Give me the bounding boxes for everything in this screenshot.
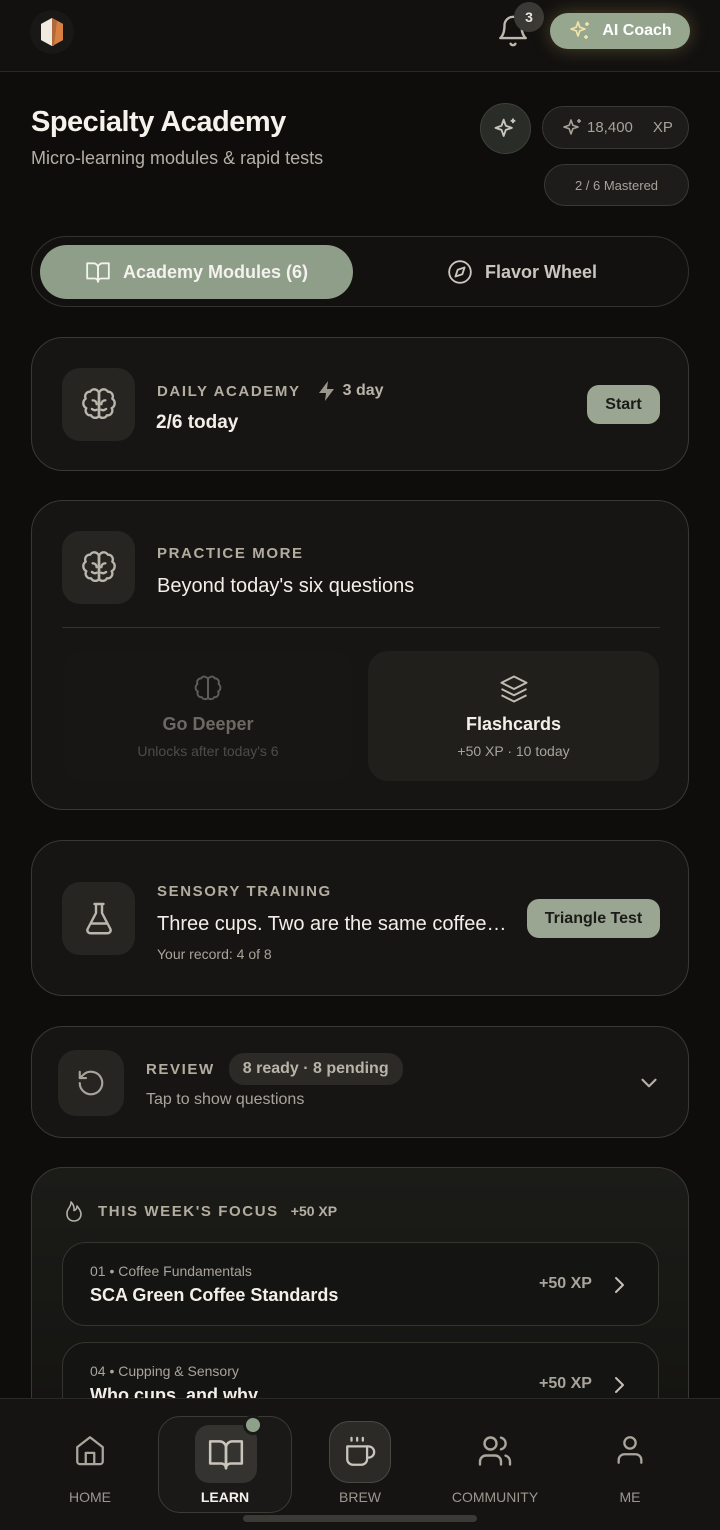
flame-icon <box>66 1201 82 1222</box>
brain-icon <box>81 550 116 582</box>
flashcards-title: Flashcards <box>465 713 562 734</box>
sensory-title: Three cups. Two are the same coffee. Fin… <box>157 913 507 935</box>
home-indicator <box>243 1515 477 1522</box>
page-title: Specialty Academy <box>31 106 286 138</box>
nav-me[interactable]: ME <box>570 1399 690 1530</box>
daily-academy-card[interactable]: DAILY ACADEMY 3 day 2/6 today Start <box>31 337 689 471</box>
focus-item-meta: 01 • Coffee Fundamentals <box>90 1263 252 1279</box>
focus-item-xp: +50 XP <box>539 1275 592 1292</box>
nav-learn[interactable]: LEARN <box>158 1415 292 1513</box>
layers-icon <box>500 675 527 702</box>
lightning-icon <box>318 381 334 401</box>
focus-bonus: +50 XP <box>290 1203 338 1219</box>
daily-kicker: DAILY ACADEMY <box>157 382 301 400</box>
practice-more-card: PRACTICE MORE Beyond today's six questio… <box>31 500 689 810</box>
nav-label: BREW <box>339 1489 381 1505</box>
tab-flavor-wheel[interactable]: Flavor Wheel <box>362 245 682 299</box>
users-icon <box>478 1436 512 1466</box>
tab-label: Academy Modules (6) <box>122 261 309 282</box>
daily-header-row: DAILY ACADEMY 3 day <box>157 378 384 404</box>
xp-total-pill: 18,400 XP <box>542 106 689 149</box>
user-icon <box>617 1436 643 1464</box>
sensory-record: Your record: 4 of 8 <box>157 946 272 962</box>
chevron-right-icon <box>615 1277 624 1293</box>
triangle-test-button[interactable]: Triangle Test <box>527 899 660 938</box>
sparkles-icon <box>563 118 581 135</box>
nav-brew[interactable]: BREW <box>300 1399 420 1530</box>
streak-indicator: 3 day <box>315 378 384 404</box>
sensory-kicker: SENSORY TRAINING <box>157 883 332 900</box>
compass-icon <box>448 260 472 284</box>
start-daily-button[interactable]: Start <box>587 385 660 424</box>
sparkles-icon <box>494 118 515 137</box>
nav-learn-dot <box>243 1415 263 1435</box>
tab-label: Flavor Wheel <box>484 261 598 282</box>
xp-unit: XP <box>652 119 673 136</box>
flashcards-subtitle: +50 XP · 10 today <box>457 742 570 759</box>
tab-academy-modules[interactable]: Academy Modules (6) <box>40 245 353 299</box>
go-deeper-title: Go Deeper <box>162 713 254 734</box>
go-deeper-subtitle: Unlocks after today's 6 <box>137 742 279 759</box>
daily-icon-tile <box>62 368 135 441</box>
review-icon-tile <box>58 1050 124 1116</box>
app-logo[interactable] <box>30 10 74 54</box>
streak-label: 3 day <box>342 382 384 399</box>
ai-coach-label: AI Coach <box>602 22 672 39</box>
nav-community[interactable]: COMMUNITY <box>435 1399 555 1530</box>
focus-header-row: THIS WEEK'S FOCUS +50 XP <box>62 1198 337 1224</box>
focus-item[interactable]: 01 • Coffee Fundamentals SCA Green Coffe… <box>62 1242 659 1326</box>
nav-label: ME <box>619 1489 641 1505</box>
daily-progress: 2/6 today <box>156 412 239 433</box>
focus-kicker: THIS WEEK'S FOCUS <box>98 1202 279 1220</box>
review-kicker: REVIEW <box>146 1060 215 1078</box>
review-count-badge: 8 ready · 8 pending <box>228 1053 403 1085</box>
focus-item-title: SCA Green Coffee Standards <box>90 1285 339 1305</box>
sensory-training-card[interactable]: SENSORY TRAINING Three cups. Two are the… <box>31 840 689 996</box>
flask-icon <box>85 902 112 934</box>
flashcards-tile[interactable]: Flashcards +50 XP · 10 today <box>368 651 659 781</box>
nav-label: LEARN <box>200 1489 250 1505</box>
section-tabs: Academy Modules (6) Flavor Wheel <box>31 236 689 307</box>
nav-label: HOME <box>69 1489 111 1505</box>
practice-icon-tile <box>62 531 135 604</box>
top-app-bar: 3 AI Coach <box>0 0 720 72</box>
mastered-progress-pill: 2 / 6 Mastered <box>544 164 689 206</box>
review-hint: Tap to show questions <box>146 1091 305 1108</box>
focus-item-meta: 04 • Cupping & Sensory <box>90 1363 239 1379</box>
coffee-cup-icon <box>346 1436 376 1466</box>
book-open-icon <box>86 262 110 283</box>
hexagon-logo-icon <box>41 18 63 46</box>
xp-value: 18,400 <box>587 119 633 136</box>
chevron-right-icon <box>615 1377 624 1393</box>
nav-label: COMMUNITY <box>451 1489 539 1505</box>
brain-icon <box>81 387 116 419</box>
practice-kicker: PRACTICE MORE <box>157 545 304 562</box>
page-subtitle: Micro-learning modules & rapid tests <box>31 148 324 168</box>
practice-divider <box>62 627 660 628</box>
sensory-icon-tile <box>62 882 135 955</box>
notification-count-badge: 3 <box>514 2 544 32</box>
practice-title: Beyond today's six questions <box>157 575 415 597</box>
sparkles-icon <box>570 21 590 39</box>
focus-item-xp: +50 XP <box>539 1375 592 1392</box>
home-icon <box>76 1436 104 1466</box>
ai-coach-button[interactable]: AI Coach <box>550 13 690 49</box>
review-header-row: REVIEW 8 ready · 8 pending <box>146 1053 403 1085</box>
book-icon <box>208 1440 244 1470</box>
refresh-icon <box>78 1070 104 1096</box>
ai-suggestions-button[interactable] <box>480 103 531 154</box>
go-deeper-tile: Go Deeper Unlocks after today's 6 <box>63 651 353 781</box>
brew-button-tile <box>329 1421 391 1483</box>
nav-home[interactable]: HOME <box>30 1399 150 1530</box>
brain-icon <box>194 675 222 700</box>
bottom-navigation: HOME LEARN BREW COMMUNITY ME <box>0 1398 720 1530</box>
chevron-down-icon[interactable] <box>636 1070 662 1096</box>
review-card[interactable]: REVIEW 8 ready · 8 pending Tap to show q… <box>31 1026 689 1138</box>
